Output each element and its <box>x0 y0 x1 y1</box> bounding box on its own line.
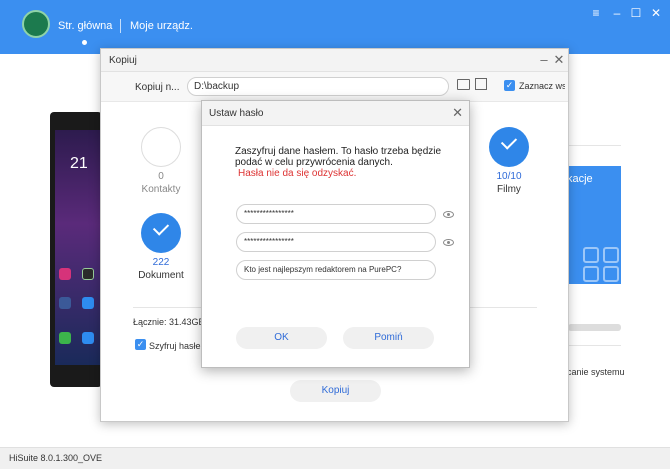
app-logo-icon <box>22 10 50 38</box>
path-label: Kopiuj n... <box>135 82 180 93</box>
divider <box>566 145 621 146</box>
apps-grid-icon <box>603 247 619 263</box>
nav-active-indicator <box>82 40 87 45</box>
system-update-text[interactable]: canie systemu <box>567 367 625 377</box>
status-bar: HiSuite 8.0.1.300_OVE <box>0 447 670 469</box>
dialog-message: Zaszyfruj dane hasłem. To hasło trzeba b… <box>235 146 442 168</box>
close-icon[interactable]: ✕ <box>552 52 566 68</box>
category-name: Dokument <box>138 270 184 281</box>
copy-button[interactable]: Kopiuj <box>290 380 381 402</box>
path-input[interactable]: D:\backup <box>187 77 449 96</box>
minimize-icon[interactable]: – <box>537 52 551 67</box>
password-hint-input[interactable]: Kto jest najlepszym redaktorem na PurePC… <box>236 260 436 280</box>
checked-icon <box>141 213 181 253</box>
checked-icon <box>489 127 529 167</box>
version-label: HiSuite 8.0.1.300_OVE <box>9 453 103 463</box>
ok-button[interactable]: OK <box>236 327 327 349</box>
nav-home[interactable]: Str. główna <box>58 20 112 32</box>
storage-progress-bar <box>568 324 621 331</box>
dialog-titlebar: Ustaw hasło ✕ <box>202 101 469 126</box>
select-all-checkbox[interactable]: ✓ <box>504 80 515 91</box>
apps-grid-icon <box>583 247 599 263</box>
encrypt-checkbox[interactable]: ✓ <box>135 339 146 350</box>
apps-grid-icon <box>603 266 619 282</box>
skip-button[interactable]: Pomiń <box>343 327 434 349</box>
category-name: Kontakty <box>141 184 181 195</box>
nav-separator <box>120 19 121 33</box>
category-count: 222 <box>152 257 170 268</box>
folder-icon[interactable] <box>457 79 470 90</box>
backup-window-title: Kopiuj <box>109 55 137 66</box>
category-documents[interactable]: 222 Dokument <box>131 213 191 281</box>
facebook-icon <box>59 297 71 309</box>
dialog-title: Ustaw hasło <box>209 108 264 119</box>
category-name: Filmy <box>497 184 521 195</box>
phone-app-icon <box>59 332 71 344</box>
divider <box>566 345 621 346</box>
total-size: Łącznie: 31.43GB <box>133 317 205 327</box>
minimize-icon[interactable]: – <box>610 6 624 20</box>
app-header: Str. główna Moje urządz. ≡ – ☐ ✕ <box>0 0 670 54</box>
nav-my-devices[interactable]: Moje urządz. <box>130 20 193 32</box>
password-input[interactable]: **************** <box>236 204 436 224</box>
eye-icon[interactable] <box>443 239 454 246</box>
close-icon[interactable]: ✕ <box>649 6 663 20</box>
menu-icon[interactable]: ≡ <box>589 6 603 20</box>
phone-clock: 21 <box>70 155 88 172</box>
category-count: 0 <box>158 171 164 182</box>
apps-card-label: kacje <box>567 173 593 185</box>
eye-icon[interactable] <box>443 211 454 218</box>
instagram-icon <box>59 268 71 280</box>
encrypt-label[interactable]: Szyfruj hasłem <box>149 341 208 351</box>
maximize-icon[interactable]: ☐ <box>629 6 643 20</box>
category-contacts[interactable]: 0 Kontakty <box>131 127 191 195</box>
backup-window-titlebar: Kopiuj – ✕ <box>101 49 568 72</box>
confirm-password-input[interactable]: **************** <box>236 232 436 252</box>
contacts-icon <box>141 127 181 167</box>
apps-grid-icon <box>583 266 599 282</box>
lightroom-icon <box>82 268 94 280</box>
close-icon[interactable]: ✕ <box>452 105 463 121</box>
set-password-dialog: Ustaw hasło ✕ Zaszyfruj dane hasłem. To … <box>201 100 470 368</box>
edit-icon[interactable] <box>475 78 487 90</box>
category-count: 10/10 <box>496 171 522 182</box>
select-all-label[interactable]: Zaznacz wszystko <box>519 81 565 91</box>
path-bar: Kopiuj n... D:\backup ✓ Zaznacz wszystko <box>101 72 568 102</box>
messenger-icon <box>82 297 94 309</box>
dialog-warning: Hasła nie da się odzyskać. <box>238 168 357 179</box>
category-videos[interactable]: 10/10 Filmy <box>479 127 539 195</box>
messages-icon <box>82 332 94 344</box>
